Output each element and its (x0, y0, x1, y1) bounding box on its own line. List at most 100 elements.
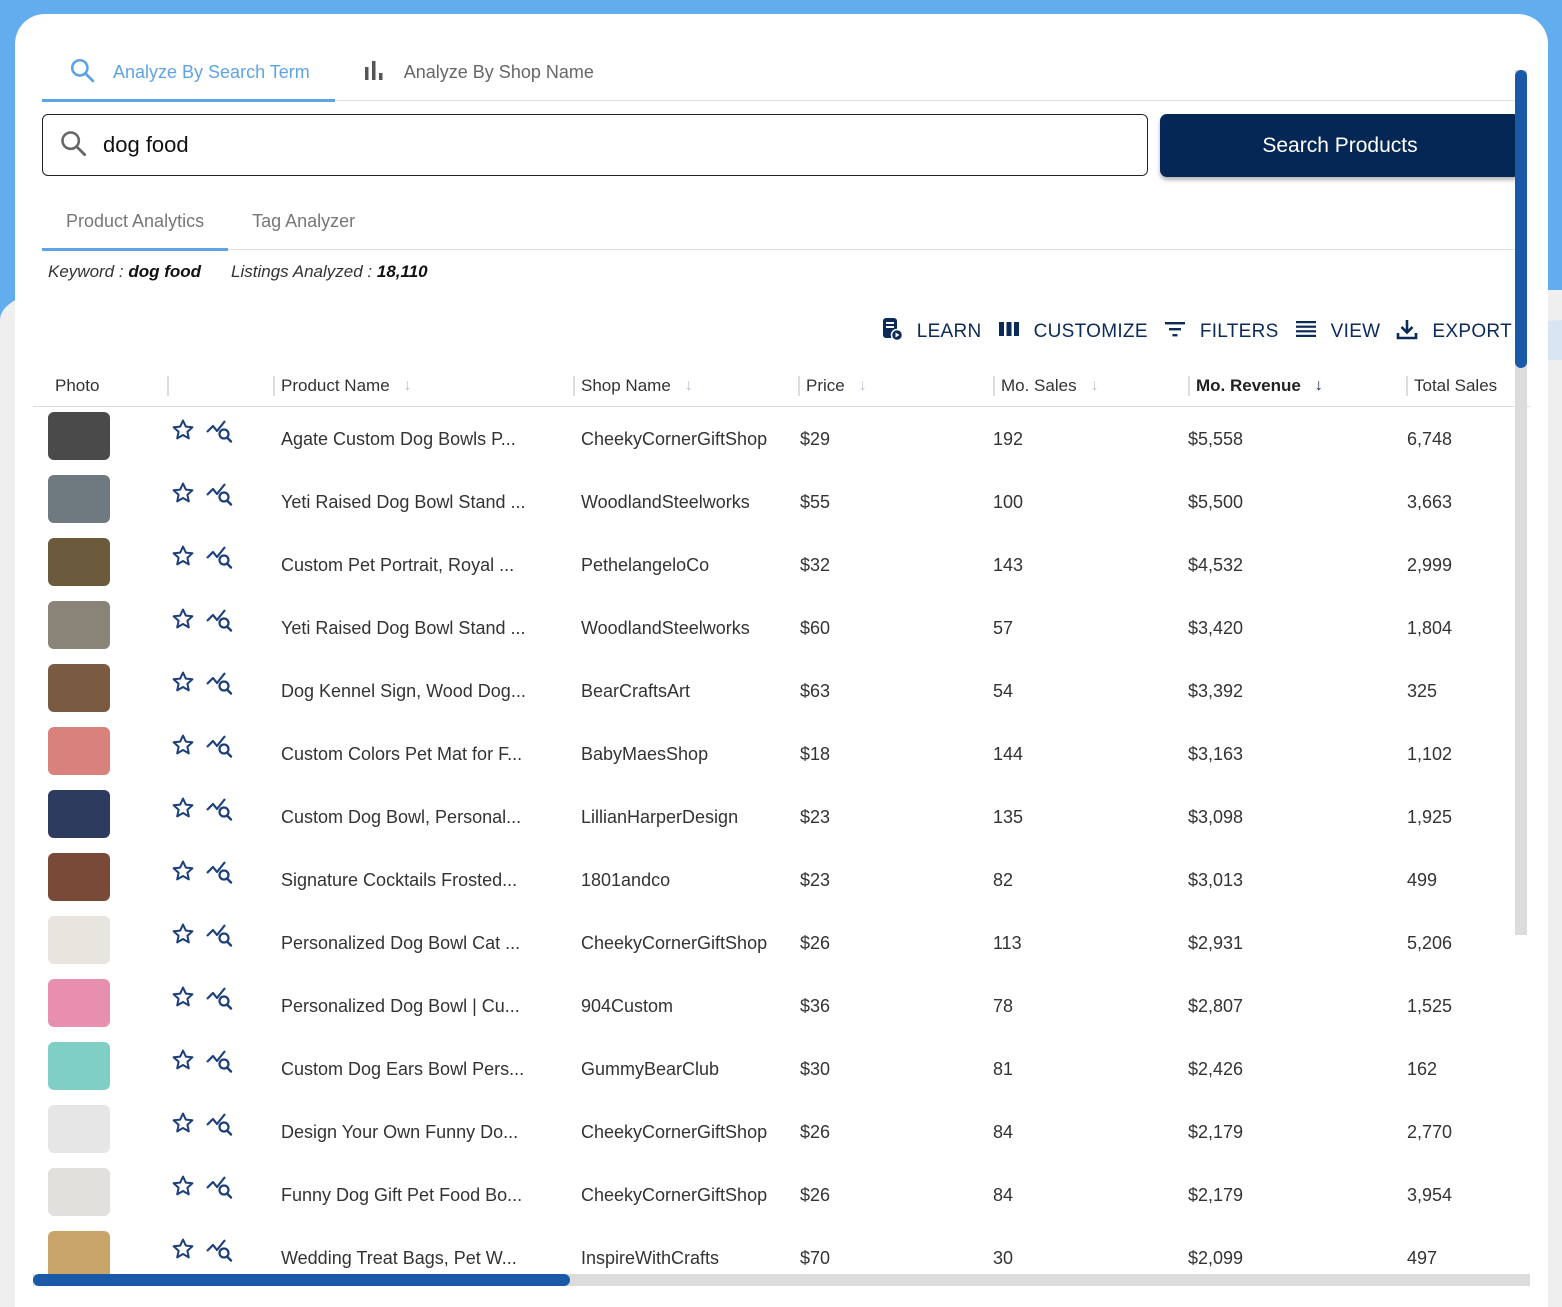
vertical-scrollbar-thumb[interactable] (1515, 70, 1527, 368)
product-photo[interactable] (48, 1231, 110, 1279)
favorite-star-icon[interactable] (171, 985, 195, 1011)
learn-button[interactable]: LEARN (881, 317, 982, 347)
table-row[interactable]: Personalized Dog Bowl | Cu... 904Custom … (33, 975, 1513, 1038)
product-photo[interactable] (48, 916, 110, 964)
product-photo[interactable] (48, 979, 110, 1027)
table-row[interactable]: Agate Custom Dog Bowls P... CheekyCorner… (33, 408, 1513, 471)
tab-product-analytics[interactable]: Product Analytics (42, 194, 229, 251)
product-photo[interactable] (48, 1168, 110, 1216)
tab-analyze-by-shop-name[interactable]: Analyze By Shop Name (335, 44, 619, 100)
column-resize-handle[interactable] (273, 376, 275, 396)
shop-name-cell[interactable]: CheekyCornerGiftShop (581, 1164, 799, 1227)
shop-name-cell[interactable]: WoodlandSteelworks (581, 471, 799, 534)
table-row[interactable]: Dog Kennel Sign, Wood Dog... BearCraftsA… (33, 660, 1513, 723)
shop-name-cell[interactable]: 904Custom (581, 975, 799, 1038)
column-resize-handle[interactable] (993, 376, 995, 396)
column-header-price[interactable]: Price ↓ (806, 366, 867, 406)
product-photo[interactable] (48, 727, 110, 775)
product-photo[interactable] (48, 853, 110, 901)
product-photo[interactable] (48, 475, 110, 523)
shop-name-cell[interactable]: 1801andco (581, 849, 799, 912)
column-header-shop-name[interactable]: Shop Name ↓ (581, 366, 693, 406)
horizontal-scrollbar-thumb[interactable] (33, 1274, 570, 1286)
product-name-cell[interactable]: Custom Dog Ears Bowl Pers... (281, 1038, 566, 1101)
product-name-cell[interactable]: Yeti Raised Dog Bowl Stand ... (281, 597, 566, 660)
product-photo[interactable] (48, 601, 110, 649)
favorite-star-icon[interactable] (171, 544, 195, 570)
analyze-trend-icon[interactable] (205, 1174, 235, 1200)
column-resize-handle[interactable] (798, 376, 800, 396)
product-name-cell[interactable]: Yeti Raised Dog Bowl Stand ... (281, 471, 566, 534)
export-button[interactable]: EXPORT (1396, 318, 1512, 346)
search-products-button[interactable]: Search Products (1160, 114, 1520, 177)
column-resize-handle[interactable] (1406, 376, 1408, 396)
product-name-cell[interactable]: Custom Dog Bowl, Personal... (281, 786, 566, 849)
column-header-photo[interactable]: Photo (55, 366, 99, 406)
favorite-star-icon[interactable] (171, 670, 195, 696)
shop-name-cell[interactable]: CheekyCornerGiftShop (581, 1101, 799, 1164)
column-resize-handle[interactable] (1188, 376, 1190, 396)
table-row[interactable]: Yeti Raised Dog Bowl Stand ... WoodlandS… (33, 471, 1513, 534)
product-name-cell[interactable]: Custom Colors Pet Mat for F... (281, 723, 566, 786)
shop-name-cell[interactable]: LillianHarperDesign (581, 786, 799, 849)
analyze-trend-icon[interactable] (205, 1237, 235, 1263)
shop-name-cell[interactable]: PethelangeloCo (581, 534, 799, 597)
analyze-trend-icon[interactable] (205, 481, 235, 507)
shop-name-cell[interactable]: GummyBearClub (581, 1038, 799, 1101)
view-button[interactable]: VIEW (1295, 320, 1381, 344)
table-row[interactable]: Design Your Own Funny Do... CheekyCorner… (33, 1101, 1513, 1164)
favorite-star-icon[interactable] (171, 796, 195, 822)
product-photo[interactable] (48, 538, 110, 586)
analyze-trend-icon[interactable] (205, 1111, 235, 1137)
product-name-cell[interactable]: Personalized Dog Bowl Cat ... (281, 912, 566, 975)
table-row[interactable]: Custom Dog Ears Bowl Pers... GummyBearCl… (33, 1038, 1513, 1101)
tab-tag-analyzer[interactable]: Tag Analyzer (228, 194, 379, 249)
analyze-trend-icon[interactable] (205, 733, 235, 759)
product-name-cell[interactable]: Design Your Own Funny Do... (281, 1101, 566, 1164)
table-row[interactable]: Funny Dog Gift Pet Food Bo... CheekyCorn… (33, 1164, 1513, 1227)
analyze-trend-icon[interactable] (205, 544, 235, 570)
table-row[interactable]: Custom Colors Pet Mat for F... BabyMaesS… (33, 723, 1513, 786)
shop-name-cell[interactable]: BabyMaesShop (581, 723, 799, 786)
table-row[interactable]: Custom Dog Bowl, Personal... LillianHarp… (33, 786, 1513, 849)
favorite-star-icon[interactable] (171, 481, 195, 507)
analyze-trend-icon[interactable] (205, 985, 235, 1011)
search-field[interactable] (42, 114, 1148, 176)
column-resize-handle[interactable] (573, 376, 575, 396)
column-header-total-sales[interactable]: Total Sales (1414, 366, 1497, 406)
column-header-mo-sales[interactable]: Mo. Sales ↓ (1001, 366, 1099, 406)
favorite-star-icon[interactable] (171, 859, 195, 885)
column-header-product-name[interactable]: Product Name ↓ (281, 366, 412, 406)
favorite-star-icon[interactable] (171, 1111, 195, 1137)
product-photo[interactable] (48, 790, 110, 838)
product-name-cell[interactable]: Agate Custom Dog Bowls P... (281, 408, 566, 471)
favorite-star-icon[interactable] (171, 607, 195, 633)
tab-analyze-by-search-term[interactable]: Analyze By Search Term (42, 44, 335, 102)
column-header-mo-revenue[interactable]: Mo. Revenue ↓ (1196, 366, 1323, 406)
favorite-star-icon[interactable] (171, 1048, 195, 1074)
favorite-star-icon[interactable] (171, 922, 195, 948)
product-photo[interactable] (48, 412, 110, 460)
product-photo[interactable] (48, 1105, 110, 1153)
favorite-star-icon[interactable] (171, 1174, 195, 1200)
product-photo[interactable] (48, 1042, 110, 1090)
table-row[interactable]: Custom Pet Portrait, Royal ... Pethelang… (33, 534, 1513, 597)
product-photo[interactable] (48, 664, 110, 712)
filters-button[interactable]: FILTERS (1164, 320, 1279, 344)
analyze-trend-icon[interactable] (205, 418, 235, 444)
favorite-star-icon[interactable] (171, 1237, 195, 1263)
analyze-trend-icon[interactable] (205, 922, 235, 948)
table-row[interactable]: Signature Cocktails Frosted... 1801andco… (33, 849, 1513, 912)
favorite-star-icon[interactable] (171, 418, 195, 444)
product-name-cell[interactable]: Personalized Dog Bowl | Cu... (281, 975, 566, 1038)
shop-name-cell[interactable]: CheekyCornerGiftShop (581, 912, 799, 975)
shop-name-cell[interactable]: WoodlandSteelworks (581, 597, 799, 660)
analyze-trend-icon[interactable] (205, 859, 235, 885)
analyze-trend-icon[interactable] (205, 796, 235, 822)
search-input[interactable] (103, 132, 1053, 158)
table-row[interactable]: Personalized Dog Bowl Cat ... CheekyCorn… (33, 912, 1513, 975)
column-resize-handle[interactable] (167, 376, 169, 396)
product-name-cell[interactable]: Funny Dog Gift Pet Food Bo... (281, 1164, 566, 1227)
product-name-cell[interactable]: Signature Cocktails Frosted... (281, 849, 566, 912)
product-name-cell[interactable]: Custom Pet Portrait, Royal ... (281, 534, 566, 597)
